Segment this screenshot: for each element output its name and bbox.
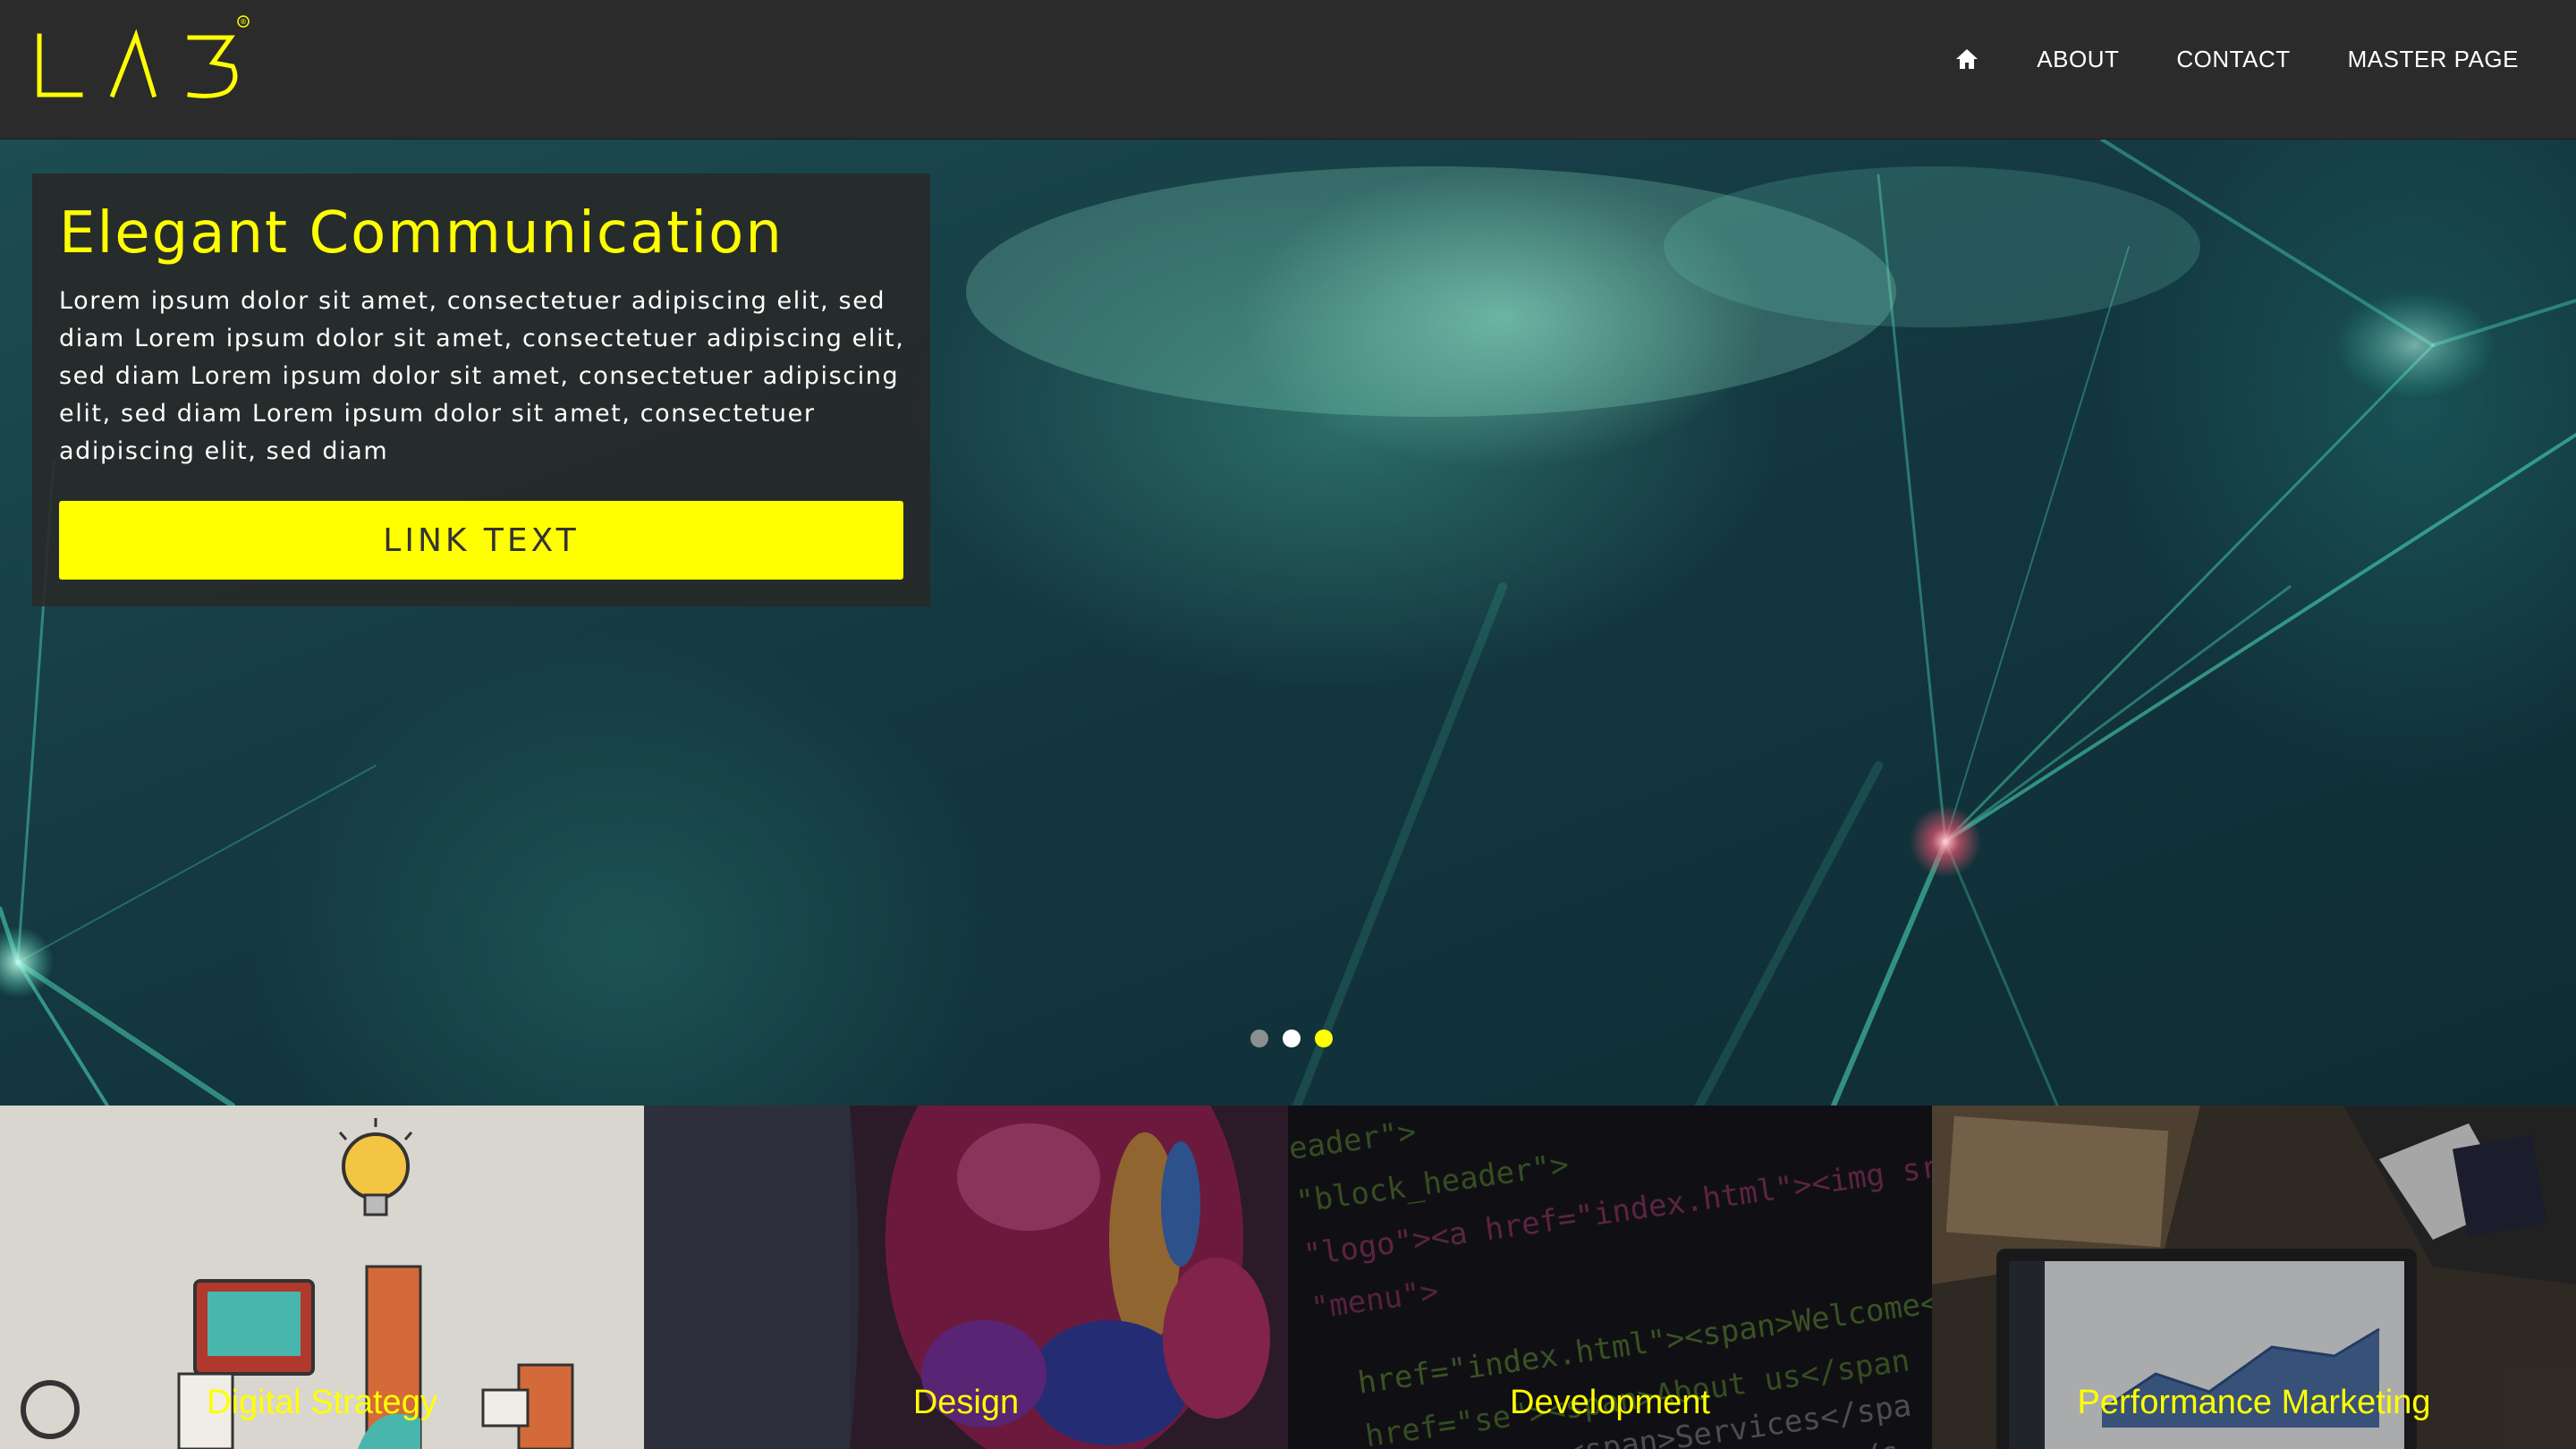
hero-slider: Elegant Communication Lorem ipsum dolor …: [0, 140, 2576, 1106]
registered-mark: ®: [240, 18, 247, 26]
tile-label-development: Development: [1510, 1384, 1710, 1421]
hero-body-text: Lorem ipsum dolor sit amet, consectetuer…: [59, 287, 905, 465]
hero-title: Elegant Communication: [59, 200, 784, 267]
home-icon[interactable]: [1954, 47, 1979, 72]
main-nav: ABOUT CONTACT MASTER PAGE: [1954, 36, 2519, 82]
service-tiles: Digital Strategy Design eader"> "block_h…: [0, 1106, 2576, 1449]
tile-design[interactable]: Design: [644, 1106, 1288, 1449]
tile-label-performance-marketing: Performance Marketing: [2077, 1384, 2431, 1421]
nav-contact[interactable]: CONTACT: [2176, 46, 2290, 73]
nav-master-page[interactable]: MASTER PAGE: [2348, 46, 2519, 73]
slider-dot-3[interactable]: [1315, 1030, 1333, 1047]
lab-logo[interactable]: ®: [36, 14, 259, 104]
slider-dot-2[interactable]: [1283, 1030, 1301, 1047]
tile-development[interactable]: eader"> "block_header"> "logo"><a href="…: [1288, 1106, 1932, 1449]
lab-logo-mark: ®: [37, 15, 250, 98]
hero-card: Elegant Communication Lorem ipsum dolor …: [32, 174, 930, 606]
link-text-button[interactable]: LINK TEXT: [59, 501, 903, 580]
slider-pagination: [1250, 1029, 1347, 1048]
tile-label-design: Design: [912, 1384, 1020, 1421]
slider-dot-1[interactable]: [1250, 1030, 1268, 1047]
tile-digital-strategy[interactable]: Digital Strategy: [0, 1106, 644, 1449]
tile-label-digital-strategy: Digital Strategy: [207, 1384, 437, 1421]
site-header: ® ABOUT CONTACT MASTER PAGE: [0, 0, 2576, 140]
tile-performance-marketing[interactable]: Performance Marketing: [1932, 1106, 2576, 1449]
nav-about[interactable]: ABOUT: [2037, 46, 2119, 73]
